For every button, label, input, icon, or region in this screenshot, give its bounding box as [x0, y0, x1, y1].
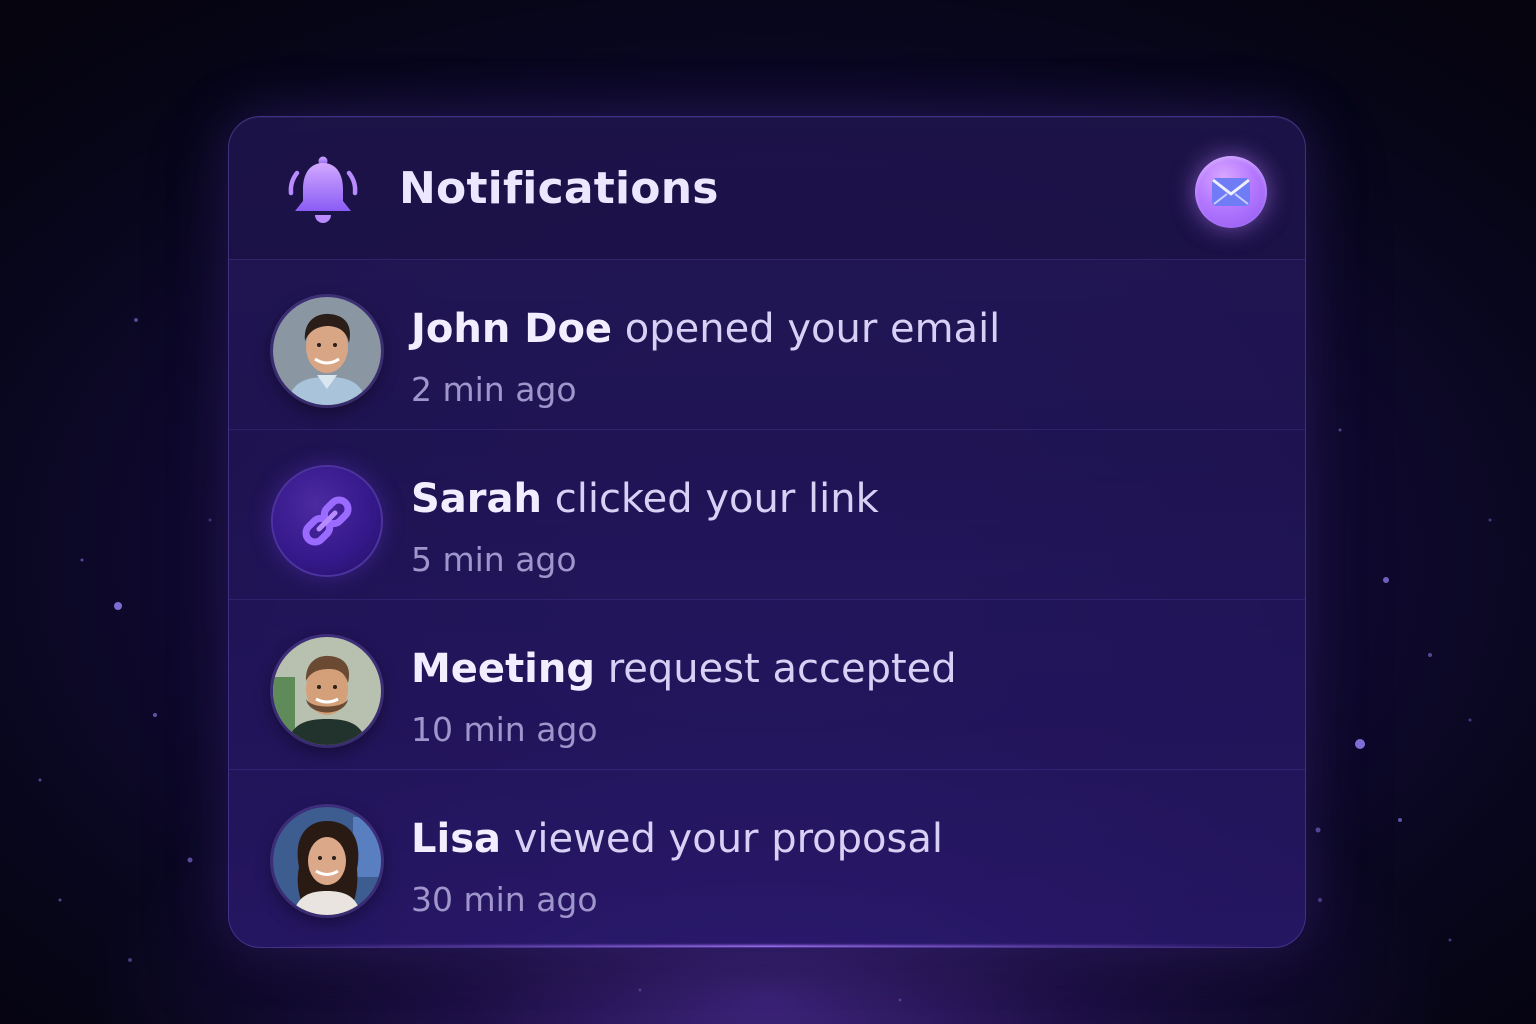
notification-item[interactable]: Lisa viewed your proposal 30 min ago [229, 770, 1305, 936]
notification-actor: John Doe [411, 306, 613, 352]
notification-message: Meeting request accepted [411, 646, 957, 692]
notification-message: Sarah clicked your link [411, 476, 879, 522]
notification-time: 5 min ago [411, 540, 577, 579]
notification-actor: Sarah [411, 476, 542, 522]
bell-icon [288, 156, 358, 223]
notification-message: Lisa viewed your proposal [411, 816, 943, 862]
notification-item[interactable]: John Doe opened your email 2 min ago [229, 260, 1305, 430]
notifications-panel: Notifications John Doe opened your email… [228, 116, 1306, 948]
notification-text: request accepted [607, 646, 957, 692]
notification-message: John Doe opened your email [411, 306, 1000, 352]
notification-text: opened your email [624, 306, 1001, 352]
notification-item[interactable]: Sarah clicked your link 5 min ago [229, 430, 1305, 600]
avatar-photo-woman [273, 807, 381, 915]
notification-text: clicked your link [554, 476, 879, 522]
avatar [273, 637, 381, 745]
notification-item[interactable]: Meeting request accepted 10 min ago [229, 600, 1305, 770]
notification-list: John Doe opened your email 2 min ago Sar… [229, 260, 1305, 936]
notification-actor: Meeting [411, 646, 596, 692]
notification-time: 30 min ago [411, 880, 598, 919]
avatar [273, 297, 381, 405]
notification-text: viewed your proposal [513, 816, 943, 862]
page-title: Notifications [399, 163, 719, 214]
link-icon [302, 496, 352, 546]
avatar [273, 467, 381, 575]
avatar [273, 807, 381, 915]
mail-button[interactable] [1195, 156, 1267, 228]
notification-time: 2 min ago [411, 370, 577, 409]
panel-header: Notifications [229, 117, 1305, 260]
notification-time: 10 min ago [411, 710, 598, 749]
avatar-photo-man-dark-hair [273, 297, 381, 405]
notification-actor: Lisa [411, 816, 501, 862]
avatar-photo-man-beard [273, 637, 381, 745]
mail-icon [1212, 178, 1250, 206]
